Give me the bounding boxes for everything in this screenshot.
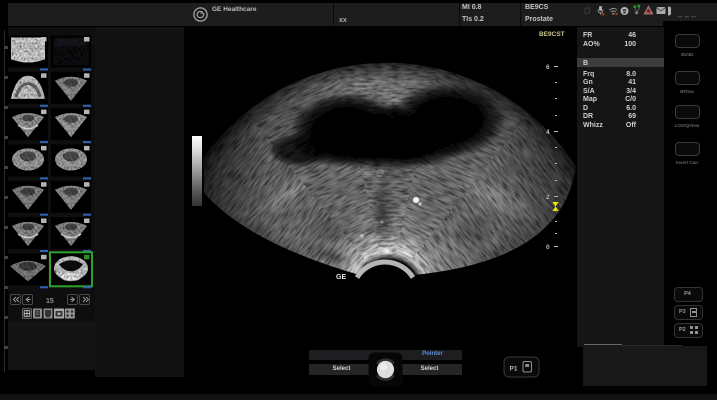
svg-text:GE: GE bbox=[336, 274, 346, 281]
svg-text:4: 4 bbox=[546, 129, 550, 136]
svg-text:15: 15 bbox=[46, 298, 54, 305]
svg-text:0: 0 bbox=[546, 244, 550, 251]
svg-text:2: 2 bbox=[546, 194, 550, 201]
svg-text:6: 6 bbox=[546, 64, 550, 71]
svg-text:P1: P1 bbox=[510, 366, 518, 373]
